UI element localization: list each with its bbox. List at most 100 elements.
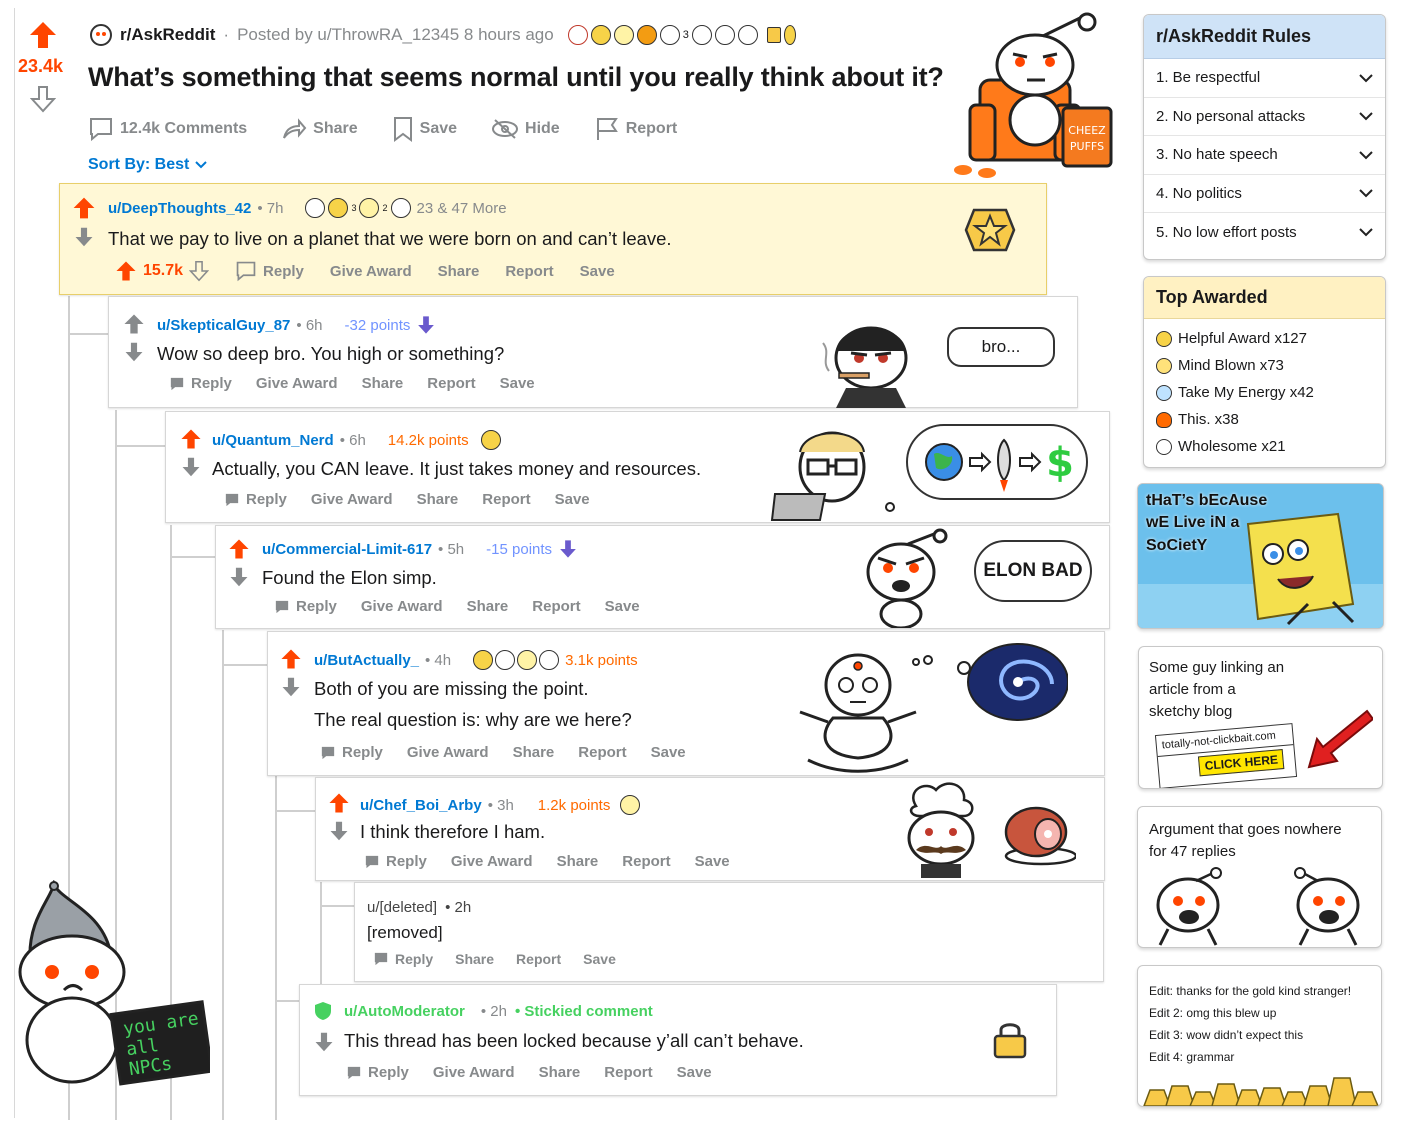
- report-button[interactable]: Report: [505, 263, 553, 280]
- post-title[interactable]: What’s something that seems normal until…: [88, 62, 944, 93]
- top-award-item[interactable]: Wholesome x21: [1144, 433, 1385, 460]
- reply-button[interactable]: Reply: [274, 598, 337, 615]
- thread-line[interactable]: [222, 630, 224, 1120]
- comment-downvote-button[interactable]: [314, 1031, 334, 1053]
- save-button[interactable]: Save: [677, 1064, 712, 1081]
- clickbait-article: totally-not-clickbait.com CLICK HERE: [1154, 723, 1298, 788]
- top-award-item[interactable]: Take My Energy x42: [1144, 379, 1385, 406]
- share-button[interactable]: Share: [539, 1064, 581, 1081]
- comment-upvote-button[interactable]: [228, 538, 250, 560]
- comment-author[interactable]: u/Quantum_Nerd: [212, 432, 334, 449]
- comment-body: Found the Elon simp.: [262, 567, 437, 588]
- report-button[interactable]: Report: [604, 1064, 652, 1081]
- comment-author[interactable]: u/Chef_Boi_Arby: [360, 797, 482, 814]
- save-button[interactable]: Save: [605, 598, 640, 615]
- reply-button[interactable]: Reply: [320, 744, 383, 761]
- report-button[interactable]: Report: [594, 116, 677, 142]
- save-button[interactable]: Save: [580, 263, 615, 280]
- clickbait-card[interactable]: Some guy linking an article from a sketc…: [1138, 646, 1383, 789]
- comment-awards[interactable]: 3 2: [305, 198, 411, 218]
- comment-upvote-button[interactable]: [180, 428, 202, 450]
- rule-item[interactable]: 3. No hate speech: [1144, 136, 1385, 175]
- meme-card[interactable]: tHaT’s bEcAuse wE Live iN a SoCietY: [1137, 483, 1384, 629]
- downvote-arrow-icon[interactable]: [189, 260, 210, 282]
- save-button[interactable]: Save: [583, 951, 616, 967]
- share-button[interactable]: Share: [281, 116, 358, 142]
- give-award-button[interactable]: Give Award: [311, 491, 393, 508]
- report-button[interactable]: Report: [482, 491, 530, 508]
- comment-downvote-button[interactable]: [74, 226, 94, 248]
- comment-upvote-button[interactable]: [280, 648, 302, 670]
- top-award-item[interactable]: This. x38: [1144, 406, 1385, 433]
- rule-item[interactable]: 1. Be respectful: [1144, 59, 1385, 98]
- save-button[interactable]: Save: [695, 853, 730, 870]
- top-award-item[interactable]: Mind Blown x73: [1144, 352, 1385, 379]
- comment-downvote-button[interactable]: [329, 820, 349, 842]
- sort-dropdown[interactable]: Sort By: Best: [88, 156, 208, 174]
- comment-upvote-button[interactable]: [72, 196, 96, 220]
- subreddit-link[interactable]: r/AskReddit: [120, 25, 215, 45]
- rule-item[interactable]: 4. No politics: [1144, 175, 1385, 213]
- comment-author[interactable]: u/DeepThoughts_42: [108, 200, 251, 217]
- give-award-button[interactable]: Give Award: [433, 1064, 515, 1081]
- give-award-button[interactable]: Give Award: [451, 853, 533, 870]
- comments-button[interactable]: 12.4k Comments: [88, 116, 247, 142]
- post-upvote-button[interactable]: [28, 20, 58, 50]
- report-button[interactable]: Report: [532, 598, 580, 615]
- speech-bubble: ELON BAD: [974, 540, 1092, 602]
- comment-downvote-button[interactable]: [229, 566, 249, 588]
- give-award-button[interactable]: Give Award: [256, 375, 338, 392]
- share-button[interactable]: Share: [467, 598, 509, 615]
- save-button[interactable]: Save: [500, 375, 535, 392]
- give-award-button[interactable]: Give Award: [407, 744, 489, 761]
- save-button[interactable]: Save: [651, 744, 686, 761]
- comment-upvote-button[interactable]: [328, 792, 350, 814]
- top-award-item[interactable]: Helpful Award x127: [1144, 325, 1385, 352]
- hide-button[interactable]: Hide: [491, 118, 560, 140]
- comment-downvote-button[interactable]: [181, 456, 201, 478]
- give-award-button[interactable]: Give Award: [361, 598, 443, 615]
- argument-card[interactable]: Argument that goes nowhere for 47 replie…: [1137, 806, 1382, 948]
- chef-snoo-ham-illustration: [876, 780, 1076, 878]
- rule-item[interactable]: 2. No personal attacks: [1144, 98, 1385, 136]
- comment-age: • 4h: [425, 651, 452, 669]
- reply-button[interactable]: Reply: [364, 853, 427, 870]
- comment-awards[interactable]: [473, 650, 560, 670]
- meme-text: tHaT’s bEcAuse wE Live iN a SoCietY: [1146, 492, 1268, 554]
- upvote-arrow-icon: [181, 429, 201, 449]
- comment-author[interactable]: u/AutoModerator: [344, 1003, 465, 1020]
- share-button[interactable]: Share: [513, 744, 555, 761]
- comment-downvote-button[interactable]: [281, 676, 301, 698]
- report-button[interactable]: Report: [622, 853, 670, 870]
- rule-item[interactable]: 5. No low effort posts: [1144, 213, 1385, 252]
- report-button[interactable]: Report: [516, 951, 561, 967]
- reply-button[interactable]: Reply: [224, 491, 287, 508]
- comment-author[interactable]: u/ButActually_: [314, 652, 419, 669]
- thread-line[interactable]: [275, 776, 277, 1120]
- comment-author[interactable]: u/SkepticalGuy_87: [157, 317, 290, 334]
- reply-button[interactable]: Reply: [346, 1064, 409, 1081]
- reply-button[interactable]: Reply: [169, 375, 232, 392]
- share-button[interactable]: Share: [557, 853, 599, 870]
- save-button[interactable]: Save: [555, 491, 590, 508]
- upvote-arrow-icon[interactable]: [115, 260, 137, 282]
- share-button[interactable]: Share: [417, 491, 459, 508]
- give-award-button[interactable]: Give Award: [330, 263, 412, 280]
- report-button[interactable]: Report: [427, 375, 475, 392]
- share-button[interactable]: Share: [362, 375, 404, 392]
- reply-button[interactable]: Reply: [373, 951, 433, 967]
- post-awards[interactable]: 3: [567, 25, 796, 45]
- click-here-button[interactable]: CLICK HERE: [1197, 749, 1285, 777]
- more-awards-link[interactable]: 23 & 47 More: [417, 200, 507, 217]
- share-button[interactable]: Share: [438, 263, 480, 280]
- comment-upvote-button[interactable]: [123, 313, 145, 335]
- share-button[interactable]: Share: [455, 951, 494, 967]
- post-downvote-button[interactable]: [30, 85, 56, 113]
- save-button[interactable]: Save: [392, 116, 457, 142]
- helpful-award-icon: [473, 650, 494, 670]
- reply-button[interactable]: Reply: [235, 260, 304, 282]
- report-button[interactable]: Report: [578, 744, 626, 761]
- subreddit-icon[interactable]: [90, 24, 112, 46]
- comment-author[interactable]: u/Commercial-Limit-617: [262, 541, 432, 558]
- comment-downvote-button[interactable]: [124, 341, 144, 363]
